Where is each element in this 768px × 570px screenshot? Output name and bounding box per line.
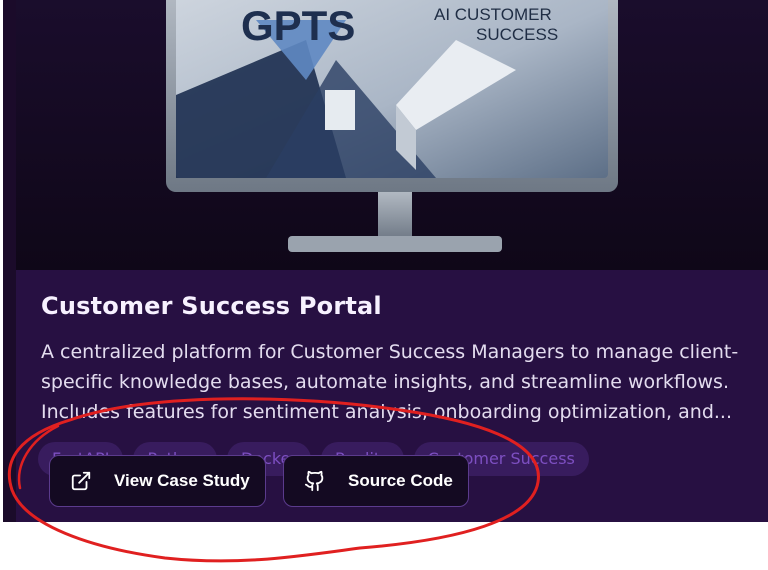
view-case-study-button[interactable]: View Case Study xyxy=(49,455,266,507)
screen-subtitle-line1: AI CUSTOMER xyxy=(434,5,552,24)
external-link-icon xyxy=(70,470,92,492)
screen-subtitle-line2: SUCCESS xyxy=(476,25,558,44)
source-code-label: Source Code xyxy=(348,471,453,490)
project-thumbnail: GPTS AI CUSTOMER SUCCESS xyxy=(16,0,768,270)
project-card: GPTS AI CUSTOMER SUCCESS Customer Succes… xyxy=(3,0,768,522)
view-case-study-label: View Case Study xyxy=(114,471,250,490)
card-title: Customer Success Portal xyxy=(41,292,382,320)
monitor-illustration: GPTS AI CUSTOMER SUCCESS xyxy=(166,0,618,252)
card-description: A centralized platform for Customer Succ… xyxy=(41,341,739,423)
screen-gpts-text: GPTS xyxy=(241,2,355,49)
github-icon xyxy=(304,470,326,492)
source-code-button[interactable]: Source Code xyxy=(283,455,469,507)
